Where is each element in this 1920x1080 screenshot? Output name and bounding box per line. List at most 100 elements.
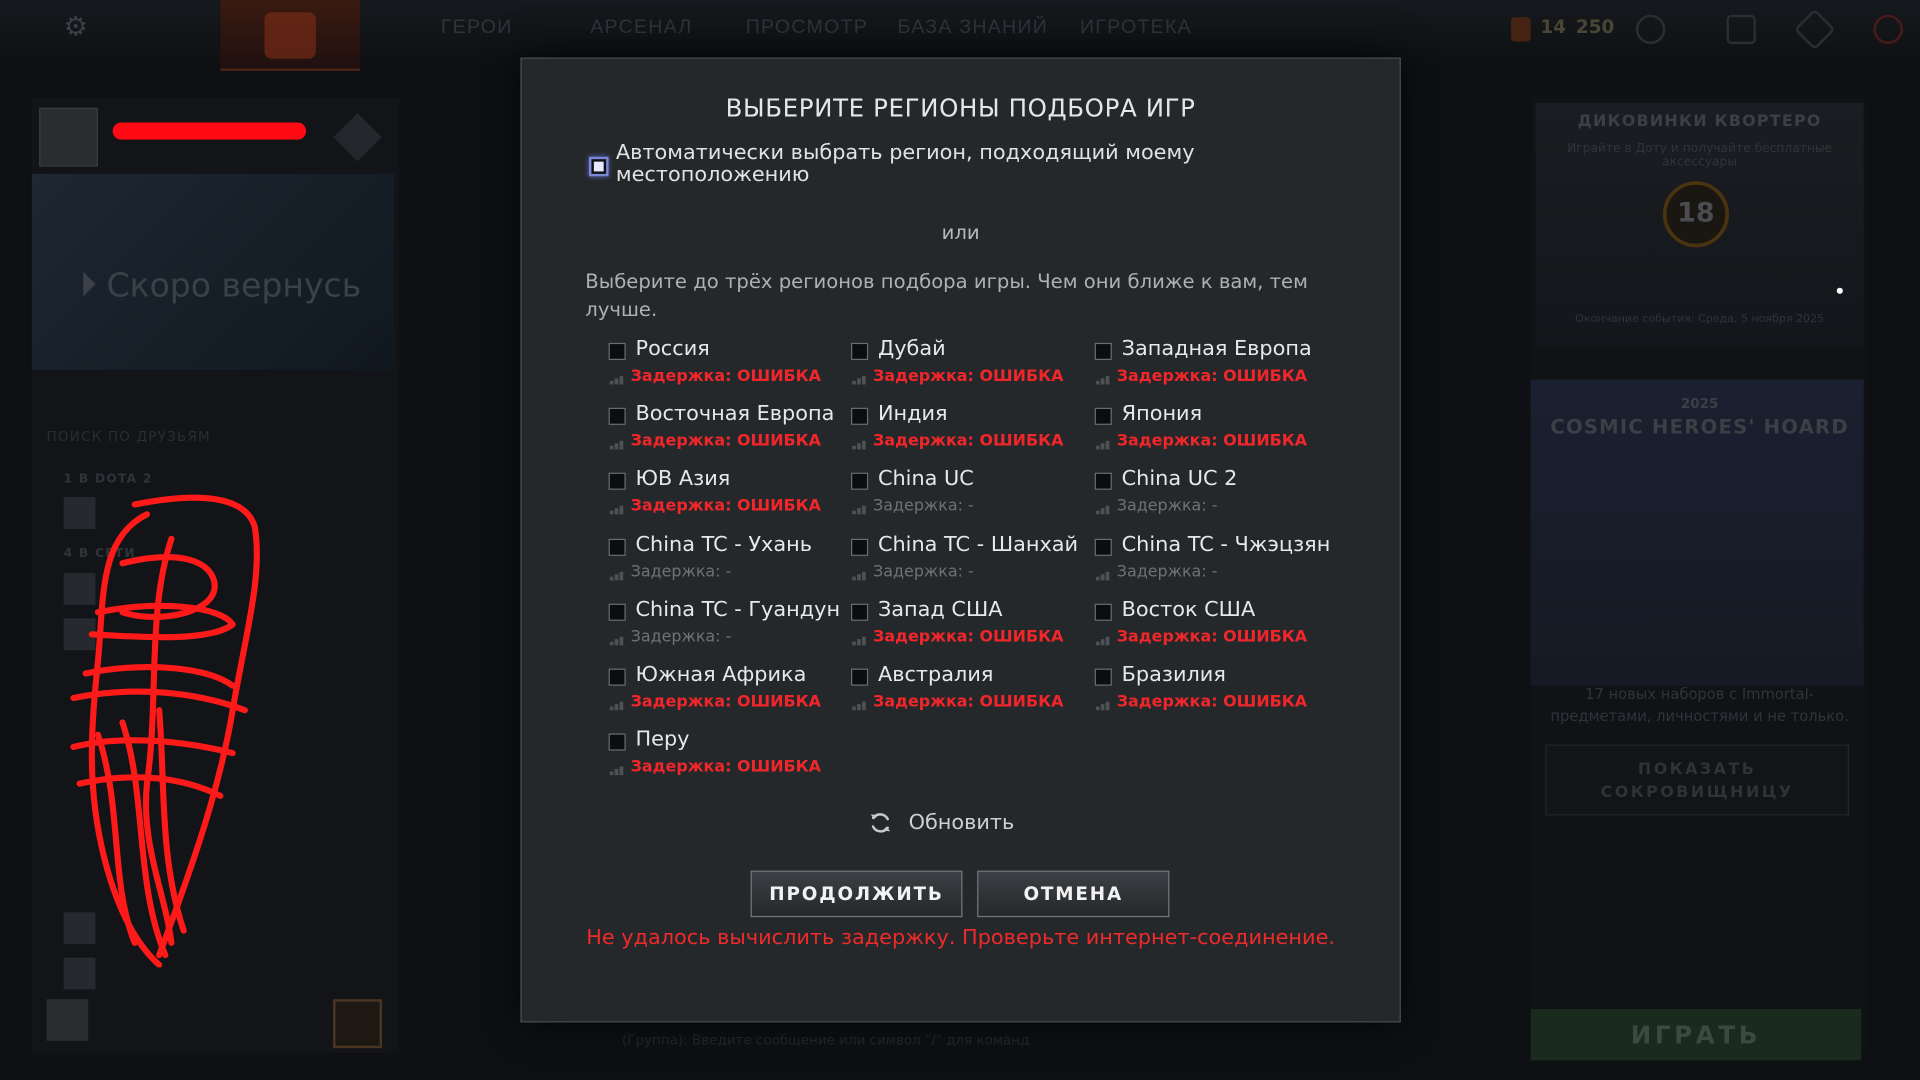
party-avatar[interactable] <box>46 999 89 1041</box>
dota-logo-icon <box>264 12 316 59</box>
region-name[interactable]: Запад США <box>878 597 1003 621</box>
region-name[interactable]: Перу <box>636 728 690 752</box>
signal-bars-icon <box>852 503 869 515</box>
region-checkbox[interactable] <box>608 342 626 361</box>
region-name[interactable]: China TC - Гуандун <box>636 597 841 621</box>
region-latency: Задержка: ОШИБКА <box>873 693 1064 712</box>
region-item[interactable]: Восточная Европа Задержка: ОШИБКА <box>585 398 834 457</box>
nav-knowledge-base[interactable]: БАЗА ЗНАНИЙ <box>898 17 1048 39</box>
region-name[interactable]: Южная Африка <box>636 662 807 686</box>
settings-gear-icon[interactable]: ⚙ <box>64 14 91 42</box>
region-latency: Задержка: ОШИБКА <box>873 367 1064 386</box>
region-checkbox[interactable] <box>608 603 626 621</box>
auto-region-label[interactable]: Автоматически выбрать регион, подходящий… <box>616 142 1253 186</box>
region-name[interactable]: ЮВ Азия <box>636 467 731 491</box>
rank-icon[interactable] <box>1726 14 1756 45</box>
region-item[interactable]: Бразилия Задержка: ОШИБКА <box>1071 659 1316 718</box>
nav-watch[interactable]: ПРОСМОТР <box>746 17 868 39</box>
region-item[interactable]: China TC - Ухань Задержка: - <box>585 528 830 587</box>
signal-bars-icon <box>609 437 627 450</box>
play-button[interactable]: ИГРАТЬ <box>1530 1008 1862 1061</box>
chat-icon[interactable] <box>1635 14 1666 45</box>
region-latency: Задержка: ОШИБКА <box>1116 693 1308 712</box>
event-subtitle: Играйте в Доту и получайте бесплатные ак… <box>1567 142 1833 169</box>
region-checkbox[interactable] <box>608 473 626 491</box>
hoard-year: 2025 <box>1680 395 1719 412</box>
region-latency: Задержка: - <box>630 627 732 647</box>
region-checkbox[interactable] <box>851 603 869 621</box>
avatar[interactable] <box>39 107 98 167</box>
instructions-text: Выберите до трёх регионов подбора игры. … <box>585 269 1308 321</box>
signal-bars-icon <box>1095 698 1113 711</box>
region-checkbox[interactable] <box>1094 473 1112 491</box>
region-latency: Задержка: - <box>1116 497 1218 516</box>
event-level-badge: 18 <box>1662 181 1729 248</box>
region-item[interactable]: Дубай Задержка: ОШИБКА <box>828 333 1073 392</box>
region-item[interactable]: Перу Задержка: ОШИБКА <box>585 724 830 783</box>
auto-region-checkbox[interactable] <box>588 156 609 177</box>
region-checkbox[interactable] <box>1094 668 1112 686</box>
region-name[interactable]: China TC - Ухань <box>636 532 812 556</box>
refresh-button[interactable]: Обновить <box>868 808 1039 837</box>
cancel-button[interactable]: ОТМЕНА <box>977 870 1170 918</box>
region-item[interactable]: Западная Европа Задержка: ОШИБКА <box>1071 333 1316 392</box>
region-item[interactable]: Южная Африка Задержка: ОШИБКА <box>585 659 830 718</box>
battle-pass-badge-icon[interactable] <box>333 999 383 1049</box>
region-item[interactable]: Россия Задержка: ОШИБКА <box>585 333 830 392</box>
region-checkbox[interactable] <box>1094 603 1112 621</box>
region-name[interactable]: Восток США <box>1122 597 1256 621</box>
nav-gamelib[interactable]: ИГРОТЕКА <box>1080 17 1192 39</box>
region-latency: Задержка: - <box>873 562 974 582</box>
region-item[interactable]: Япония Задержка: ОШИБКА <box>1071 398 1316 457</box>
region-checkbox[interactable] <box>1094 342 1112 361</box>
region-checkbox[interactable] <box>851 342 869 361</box>
region-item[interactable]: China UC Задержка: - <box>828 463 1073 522</box>
status-text[interactable]: Скоро вернусь <box>107 267 362 305</box>
region-name[interactable]: Индия <box>878 402 948 426</box>
signal-bars-icon <box>1095 503 1113 515</box>
region-latency: Задержка: - <box>1116 562 1218 582</box>
region-name[interactable]: Западная Европа <box>1122 337 1312 361</box>
region-name[interactable]: China TC - Шанхай <box>878 532 1078 556</box>
region-name[interactable]: China TC - Чжэцзян <box>1122 532 1331 556</box>
region-checkbox[interactable] <box>851 668 869 686</box>
friends-search-input[interactable]: ПОИСК ПО ДРУЗЬЯМ <box>47 429 211 445</box>
nav-arsenal[interactable]: АРСЕНАЛ <box>590 17 692 39</box>
region-name[interactable]: Бразилия <box>1122 662 1226 686</box>
region-name[interactable]: Австралия <box>878 662 993 686</box>
region-item[interactable]: Австралия Задержка: ОШИБКА <box>828 659 1073 718</box>
region-latency: Задержка: ОШИБКА <box>1116 367 1308 386</box>
continue-button[interactable]: ПРОДОЛЖИТЬ <box>750 870 963 918</box>
region-item[interactable]: China TC - Шанхай Задержка: - <box>828 528 1078 587</box>
power-icon[interactable] <box>1873 14 1903 45</box>
region-name[interactable]: Дубай <box>878 337 946 361</box>
region-checkbox[interactable] <box>851 473 869 491</box>
dota-logo-button[interactable] <box>220 0 361 72</box>
region-name[interactable]: Восточная Европа <box>636 402 835 426</box>
region-item[interactable]: ЮВ Азия Задержка: ОШИБКА <box>585 463 830 522</box>
region-checkbox[interactable] <box>851 407 869 426</box>
region-checkbox[interactable] <box>851 538 869 556</box>
region-checkbox[interactable] <box>608 407 626 426</box>
nav-heroes[interactable]: ГЕРОИ <box>441 17 513 39</box>
region-checkbox[interactable] <box>1094 538 1112 556</box>
region-item[interactable]: China UC 2 Задержка: - <box>1071 463 1316 522</box>
refresh-label: Обновить <box>908 810 1015 836</box>
group-in-dota[interactable]: 1 В DOTA 2 <box>64 473 153 486</box>
region-checkbox[interactable] <box>608 538 626 556</box>
event-end-date: Окончание события: Среда, 5 ноября 2025 <box>1575 313 1825 326</box>
chat-input[interactable]: (Группа): Введите сообщение или символ "… <box>622 1032 1029 1048</box>
region-item[interactable]: China TC - Гуандун Задержка: - <box>585 594 840 653</box>
show-treasure-button[interactable]: ПОКАЗАТЬ СОКРОВИЩНИЦУ <box>1545 744 1849 816</box>
region-name[interactable]: China UC 2 <box>1122 467 1238 491</box>
region-item[interactable]: Запад США Задержка: ОШИБКА <box>828 594 1073 653</box>
region-item[interactable]: China TC - Чжэцзян Задержка: - <box>1071 528 1330 587</box>
region-item[interactable]: Восток США Задержка: ОШИБКА <box>1071 594 1316 653</box>
region-name[interactable]: Россия <box>636 337 710 361</box>
region-name[interactable]: Япония <box>1122 402 1202 426</box>
region-checkbox[interactable] <box>1094 407 1112 426</box>
region-name[interactable]: China UC <box>878 467 974 491</box>
region-checkbox[interactable] <box>608 733 626 751</box>
region-checkbox[interactable] <box>608 668 626 686</box>
region-item[interactable]: Индия Задержка: ОШИБКА <box>828 398 1073 457</box>
